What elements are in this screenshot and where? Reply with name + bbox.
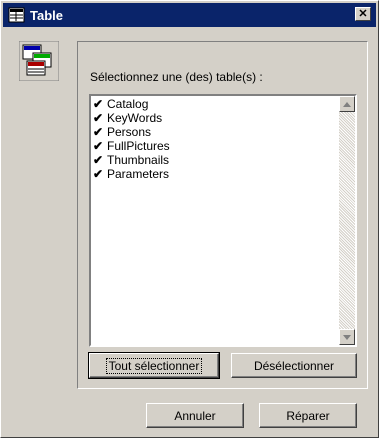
table-listbox[interactable]: ✔ Catalog ✔ KeyWords ✔ Persons ✔ FullPic… [89, 94, 357, 347]
close-button[interactable]: ✕ [355, 7, 371, 21]
table-list: ✔ Catalog ✔ KeyWords ✔ Persons ✔ FullPic… [93, 97, 170, 181]
arrow-down-icon [343, 334, 351, 340]
select-all-button[interactable]: Tout sélectionner [88, 352, 220, 379]
checkmark-icon: ✔ [93, 111, 104, 125]
vertical-scrollbar[interactable] [339, 96, 355, 345]
table-label: FullPictures [107, 139, 170, 153]
table-label: Catalog [107, 97, 149, 111]
deselect-button[interactable]: Désélectionner [231, 353, 357, 378]
deselect-label: Désélectionner [253, 358, 335, 373]
cancel-button[interactable]: Annuler [146, 403, 244, 428]
list-item[interactable]: ✔ KeyWords [93, 111, 170, 125]
table-label: KeyWords [107, 111, 163, 125]
select-all-label: Tout sélectionner [105, 357, 203, 374]
database-tables-icon [19, 41, 59, 81]
table-dialog: Table ✕ Sélectionnez une (des) table(s) … [0, 0, 379, 438]
cancel-label: Annuler [174, 408, 216, 423]
checkmark-icon: ✔ [93, 125, 104, 139]
table-window-icon [8, 7, 25, 23]
checkmark-icon: ✔ [93, 167, 104, 181]
list-item[interactable]: ✔ Catalog [93, 97, 170, 111]
list-item[interactable]: ✔ FullPictures [93, 139, 170, 153]
checkmark-icon: ✔ [93, 97, 104, 111]
table-label: Thumbnails [107, 153, 170, 167]
table-label: Parameters [107, 167, 170, 181]
checkmark-icon: ✔ [93, 153, 104, 167]
list-item[interactable]: ✔ Thumbnails [93, 153, 170, 167]
scroll-up-button[interactable] [339, 96, 355, 112]
arrow-up-icon [343, 101, 351, 107]
window-title: Table [30, 7, 63, 23]
checkmark-icon: ✔ [93, 139, 104, 153]
selection-prompt: Sélectionnez une (des) table(s) : [90, 70, 263, 84]
repair-button[interactable]: Réparer [259, 403, 357, 428]
close-icon: ✕ [358, 7, 368, 20]
list-item[interactable]: ✔ Parameters [93, 167, 170, 181]
title-bar[interactable]: Table ✕ [3, 3, 376, 27]
list-item[interactable]: ✔ Persons [93, 125, 170, 139]
table-label: Persons [107, 125, 152, 139]
repair-label: Réparer [286, 408, 330, 423]
scroll-down-button[interactable] [339, 329, 355, 345]
